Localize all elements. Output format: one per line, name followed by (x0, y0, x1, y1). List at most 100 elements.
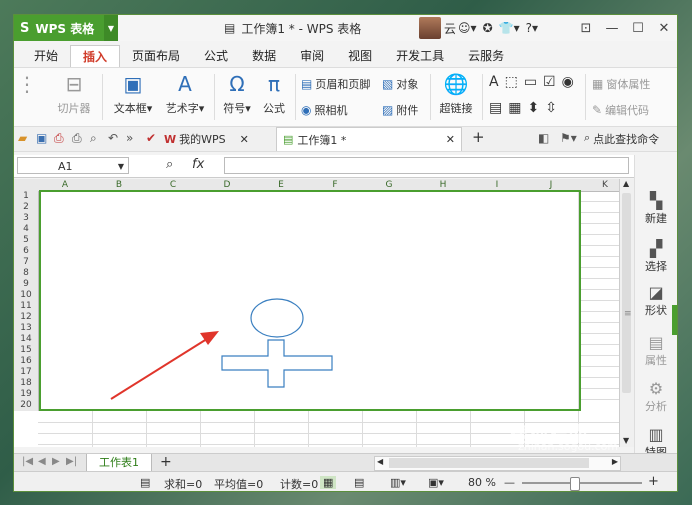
tab-developer[interactable]: 开发工具 (384, 45, 456, 67)
attachment-button[interactable]: ▨ 附件 (382, 102, 418, 118)
tab-home[interactable]: 开始 (22, 45, 70, 67)
formula-input[interactable] (224, 157, 629, 174)
add-sheet-button[interactable]: + (160, 454, 172, 470)
scroll-left-icon[interactable]: ◀ (377, 457, 383, 466)
tab-review[interactable]: 审阅 (288, 45, 336, 67)
tab-cloud[interactable]: 云服务 (456, 45, 516, 67)
close-tab-icon[interactable]: ✕ (240, 133, 249, 146)
avatar[interactable] (419, 17, 441, 39)
cursor-icon: ▞ (649, 239, 663, 258)
combobox-control-icon[interactable]: ▦ (508, 100, 521, 116)
tab-page-layout[interactable]: 页面布局 (120, 45, 192, 67)
restore-button[interactable]: ☐ (625, 15, 651, 41)
label-control-icon[interactable]: A (489, 74, 499, 90)
shirt-icon[interactable]: 👕▾ (499, 21, 520, 35)
checkbox-control-icon[interactable]: ☑ (543, 74, 556, 90)
pin-quick-icon[interactable]: ✔ (146, 131, 156, 145)
close-tab-icon[interactable]: ✕ (446, 133, 455, 146)
reading-view-icon[interactable]: ▣▾ (428, 476, 444, 489)
zoom-slider-thumb[interactable] (570, 477, 580, 491)
user-area[interactable]: 云 ☺▾ ✪ 👕▾ ?▾ (419, 17, 538, 39)
name-box[interactable]: A1 ▼ (17, 157, 129, 174)
more-icon[interactable]: » (126, 131, 133, 145)
sheet-nav-last-icon[interactable]: ▶| (66, 456, 77, 467)
arrange-icon[interactable]: ◧ (538, 131, 549, 145)
find-command[interactable]: ⌕ 点此查找命令 (584, 131, 659, 147)
print-preview-icon[interactable]: ⌕ (90, 131, 97, 146)
scroll-up-icon[interactable]: ▲ (623, 179, 629, 188)
scroll-right-icon[interactable]: ▶ (612, 457, 618, 466)
tab-workbook[interactable]: ▤ 工作簿1 * ✕ (276, 127, 462, 151)
tab-insert[interactable]: 插入 (70, 44, 121, 68)
edit-code-button[interactable]: ✎ 编辑代码 (592, 102, 649, 118)
close-button[interactable]: ✕ (651, 15, 677, 41)
hscroll-thumb[interactable] (389, 458, 589, 468)
listbox-control-icon[interactable]: ▤ (489, 100, 502, 116)
sheet-nav-first-icon[interactable]: |◀ (22, 456, 33, 467)
zoom-level[interactable]: 80 % (468, 476, 496, 489)
vertical-scrollbar[interactable]: ▲ ≡ ▼ (619, 179, 634, 447)
watermark-url: zhinan.sogou.com (518, 440, 619, 453)
radio-control-icon[interactable]: ◉ (562, 74, 574, 90)
print-icon[interactable]: ⎙ (72, 131, 82, 146)
page-layout-view-icon[interactable]: ▤ (354, 476, 364, 489)
user-name[interactable]: 云 (444, 20, 456, 37)
normal-view-icon[interactable]: ▦ (320, 476, 337, 489)
scrollbar-control-icon[interactable]: ⇳ (545, 100, 557, 116)
chevron-down-icon[interactable]: ▼ (118, 158, 124, 175)
spinner-control-icon[interactable]: ⬍ (527, 100, 539, 116)
slicer-button[interactable]: ⊟ 切片器 (54, 72, 94, 116)
app-menu-button[interactable]: S WPS 表格 ▼ (14, 15, 118, 41)
new-tab-icon[interactable]: + (472, 128, 485, 146)
fx-icon[interactable]: fx (192, 157, 204, 172)
open-folder-icon[interactable]: ▰ (18, 131, 27, 145)
tab-view[interactable]: 视图 (336, 45, 384, 67)
object-button[interactable]: ▧ 对象 (382, 76, 418, 92)
sidebar-item-shape[interactable]: ◪ 形状 (635, 283, 677, 318)
hyperlink-button[interactable]: 🌐 超链接 (436, 72, 476, 116)
sidebar-item-analysis[interactable]: ⚙ 分析 (635, 379, 677, 414)
skin-icon[interactable]: ✪ (483, 21, 493, 35)
user-status-icon[interactable]: ☺▾ (458, 21, 477, 35)
chevron-down-icon[interactable]: ▼ (104, 15, 118, 41)
minimize-button[interactable]: — (599, 15, 625, 41)
frame-control-icon[interactable]: ⬚ (505, 74, 518, 90)
horizontal-scrollbar[interactable]: ◀ ▶ (374, 456, 621, 471)
sidebar-item-properties[interactable]: ▤ 属性 (635, 333, 677, 368)
tab-my-wps[interactable]: W 我的WPS ✕ (158, 127, 255, 151)
ellipse-shape[interactable] (250, 298, 304, 338)
button-control-icon[interactable]: ▭ (524, 74, 537, 90)
spreadsheet-grid[interactable]: A B C D E F G H I J K 1 2 3 4 5 6 7 8 9 … (14, 179, 619, 447)
status-doc-icon[interactable]: ▤ (140, 476, 150, 489)
header-footer-button[interactable]: ▤ 页眉和页脚 (301, 76, 370, 92)
wordart-button[interactable]: A 艺术字▾ (162, 72, 208, 116)
zoom-search-icon[interactable]: ⌕ (166, 157, 173, 172)
scroll-down-icon[interactable]: ▼ (623, 436, 629, 445)
scrollbar-thumb[interactable] (622, 193, 631, 393)
camera-button[interactable]: ◉ 照相机 (301, 102, 347, 118)
save-icon[interactable]: ▣ (36, 131, 47, 145)
sidebar-item-select[interactable]: ▞ 选择 (635, 239, 677, 274)
form-properties-button[interactable]: ▦ 窗体属性 (592, 76, 650, 92)
tab-formulas[interactable]: 公式 (192, 45, 240, 67)
undo-icon[interactable]: ↶ (108, 131, 118, 145)
textbox-button[interactable]: ▣ 文本框▾ (110, 72, 156, 116)
formula-button[interactable]: π 公式 (257, 72, 291, 116)
sheet-nav-prev-icon[interactable]: ◀ (38, 456, 46, 467)
flag-icon[interactable]: ⚑▾ (560, 131, 577, 145)
page-break-view-icon[interactable]: ▥▾ (390, 476, 406, 489)
symbol-button[interactable]: Ω 符号▾ (220, 72, 254, 116)
sheet-tab-bar: |◀ ◀ ▶ ▶| 工作表1 + ◀ ▶ (14, 453, 677, 473)
zoom-slider[interactable] (522, 477, 642, 491)
help-icon[interactable]: ?▾ (526, 21, 538, 35)
sidebar-item-new[interactable]: ▚ 新建 (635, 191, 677, 226)
pin-icon[interactable]: ⊡ (573, 15, 599, 41)
export-pdf-icon[interactable]: ⎙ (54, 131, 64, 146)
zoom-in-icon[interactable]: + (648, 474, 659, 489)
tab-data[interactable]: 数据 (240, 45, 288, 67)
ribbon-scroll-left[interactable]: ⋮ (16, 72, 38, 96)
cross-shape[interactable] (221, 339, 333, 388)
side-panel-toggle[interactable] (672, 305, 677, 335)
sheet-nav-next-icon[interactable]: ▶ (52, 456, 60, 467)
zoom-out-icon[interactable]: — (504, 476, 515, 489)
